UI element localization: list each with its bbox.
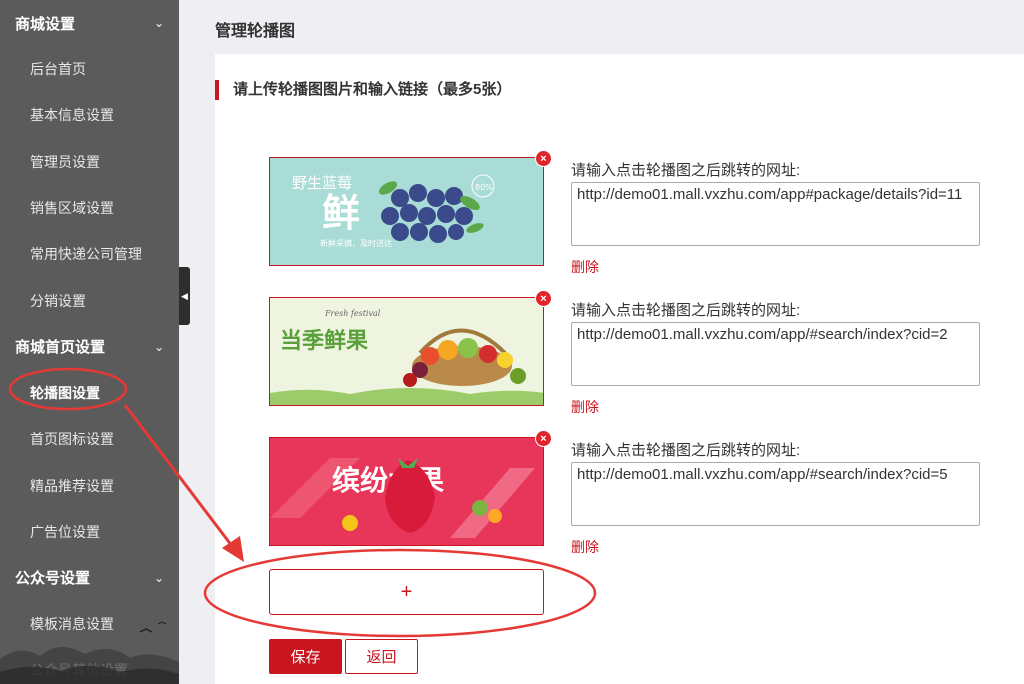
page-header: 管理轮播图 bbox=[190, 0, 1024, 54]
page-title: 管理轮播图 bbox=[215, 23, 296, 40]
banner-row: 当季鲜果 Fresh festival × 请输入点击轮播图之后跳转的网址: h… bbox=[215, 290, 1024, 427]
chevron-down-icon: ⌄ bbox=[153, 570, 164, 585]
chevron-down-icon: ⌄ bbox=[153, 16, 164, 30]
sidebar: 商城设置 ⌄ 后台首页 基本信息设置 管理员设置 销售区域设置 常用快递公司管理… bbox=[0, 0, 179, 684]
sidebar-item-carousel[interactable]: 轮播图设置 bbox=[0, 370, 179, 416]
chevron-down-icon: ⌄ bbox=[153, 339, 164, 354]
url-label: 请输入点击轮播图之后跳转的网址: bbox=[571, 442, 801, 459]
url-input[interactable]: http://demo01.mall.vxzhu.com/app#package… bbox=[571, 182, 980, 246]
banner-row: 缤纷水果 × 请输入点击轮播图之后跳转的网址: http://demo01.ma… bbox=[215, 430, 1024, 567]
url-input[interactable]: http://demo01.mall.vxzhu.com/app/#search… bbox=[571, 462, 980, 526]
banner-image-small-text: Fresh festival bbox=[324, 309, 381, 318]
sidebar-group-label: 商城设置 bbox=[15, 15, 76, 33]
close-icon[interactable]: × bbox=[535, 290, 552, 307]
back-button[interactable]: 返回 bbox=[345, 639, 418, 674]
banner-image[interactable]: 野生蓝莓 鲜 新鲜采摘，及时送达 80% bbox=[269, 157, 544, 266]
sidebar-item-couriers[interactable]: 常用快递公司管理 bbox=[0, 231, 179, 277]
sidebar-item-dashboard[interactable]: 后台首页 bbox=[0, 46, 179, 92]
carousel-panel: 请上传轮播图图片和输入链接（最多5张） 野生蓝莓 鲜 新鲜采摘，及时送达 80%… bbox=[215, 54, 1024, 684]
sidebar-item-home-icons[interactable]: 首页图标设置 bbox=[0, 416, 179, 462]
sidebar-item-basic-info[interactable]: 基本信息设置 bbox=[0, 92, 179, 138]
banner-image-sub-text: 新鲜采摘，及时送达 bbox=[320, 238, 392, 248]
close-icon[interactable]: × bbox=[535, 430, 552, 447]
caret-left-icon[interactable]: ◀ bbox=[179, 267, 190, 325]
sidebar-item-sales-region[interactable]: 销售区域设置 bbox=[0, 185, 179, 231]
sidebar-group-label: 公众号设置 bbox=[15, 570, 91, 588]
sidebar-item-admins[interactable]: 管理员设置 bbox=[0, 139, 179, 185]
close-icon[interactable]: × bbox=[535, 150, 552, 167]
banner-image[interactable]: 缤纷水果 bbox=[269, 437, 544, 546]
banner-row: 野生蓝莓 鲜 新鲜采摘，及时送达 80% × 请输入点击轮播图之后跳转的网址: … bbox=[215, 150, 1024, 287]
banner-image-badge: 80% bbox=[475, 183, 493, 192]
sidebar-item-featured[interactable]: 精品推荐设置 bbox=[0, 462, 179, 508]
ink-landscape-decoration bbox=[0, 621, 179, 684]
sidebar-group-label: 商城首页设置 bbox=[15, 339, 106, 357]
sidebar-item-distribution[interactable]: 分销设置 bbox=[0, 277, 179, 323]
url-label: 请输入点击轮播图之后跳转的网址: bbox=[571, 162, 801, 179]
url-label: 请输入点击轮播图之后跳转的网址: bbox=[571, 302, 801, 319]
delete-link[interactable]: 删除 bbox=[571, 397, 599, 417]
sidebar-group-mall-settings[interactable]: 商城设置 ⌄ bbox=[0, 0, 179, 46]
sidebar-item-ad-slots[interactable]: 广告位设置 bbox=[0, 509, 179, 555]
banner-image-big-text: 鲜 bbox=[322, 191, 360, 235]
delete-link[interactable]: 删除 bbox=[571, 257, 599, 277]
url-input[interactable]: http://demo01.mall.vxzhu.com/app/#search… bbox=[571, 322, 980, 386]
banner-image-text: 野生蓝莓 bbox=[292, 174, 352, 192]
sidebar-group-wechat-settings[interactable]: 公众号设置 ⌄ bbox=[0, 555, 179, 601]
add-banner-button[interactable]: + bbox=[269, 569, 544, 615]
save-button[interactable]: 保存 bbox=[269, 639, 342, 674]
sidebar-group-homepage-settings[interactable]: 商城首页设置 ⌄ bbox=[0, 324, 179, 370]
banner-image-text: 当季鲜果 bbox=[280, 329, 368, 354]
banner-image[interactable]: 当季鲜果 Fresh festival bbox=[269, 297, 544, 406]
delete-link[interactable]: 删除 bbox=[571, 537, 599, 557]
section-title: 请上传轮播图图片和输入链接（最多5张） bbox=[215, 80, 511, 100]
plus-icon: + bbox=[400, 580, 413, 603]
